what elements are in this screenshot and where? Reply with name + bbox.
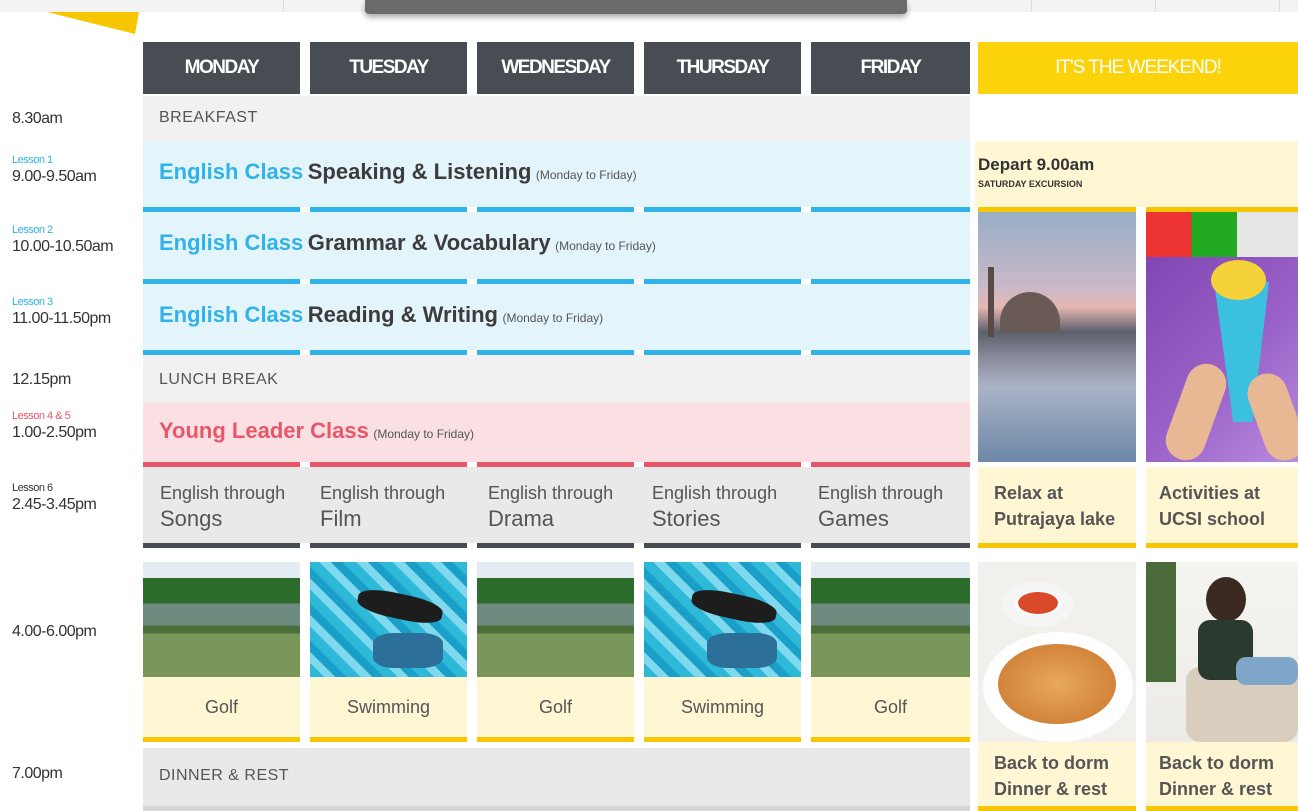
day-header-wednesday: WEDNESDAY (477, 42, 634, 94)
activity-thursday: English through Stories (652, 483, 778, 531)
english-class-label: English Class (159, 302, 304, 327)
sport-wednesday: Golf (477, 677, 634, 737)
english-class-label: English Class (159, 230, 304, 255)
day-header-friday: FRIDAY (811, 42, 970, 94)
mon-fri-note: (Monday to Friday) (535, 168, 637, 182)
putrajaya-lake-photo (978, 212, 1136, 462)
lunch-band: LUNCH BREAK (143, 355, 970, 402)
activity-tuesday: English through Film (320, 483, 446, 531)
sunday-evening: Back to dorm Dinner & rest (1159, 753, 1275, 799)
golf-photo (811, 562, 970, 677)
mon-fri-note: (Monday to Friday) (502, 311, 604, 325)
time-dinner: 7.00pm (12, 765, 63, 782)
time-lesson-2: Lesson 2 10.00-10.50am (12, 224, 114, 255)
dinner-label: DINNER & REST (159, 767, 290, 784)
breakfast-band: BREAKFAST (143, 96, 970, 141)
time-lesson-3: Lesson 3 11.00-11.50pm (12, 296, 111, 327)
lunch-label: LUNCH BREAK (159, 371, 279, 388)
lesson-2-band: English Class Grammar & Vocabulary (Mond… (143, 212, 970, 279)
dinner-food-photo (978, 562, 1136, 742)
golf-photo (143, 562, 300, 677)
day-header-thursday: THURSDAY (644, 42, 801, 94)
swimming-photo (310, 562, 467, 677)
reading-writing-title: Reading & Writing (307, 302, 498, 327)
sport-friday: Golf (811, 677, 970, 737)
activity-wednesday: English through Drama (488, 483, 614, 531)
time-lesson-1: Lesson 1 9.00-9.50am (12, 154, 97, 185)
time-breakfast: 8.30am (12, 110, 63, 127)
time-afternoon: 4.00-6.00pm (12, 623, 97, 640)
day-header-tuesday: TUESDAY (310, 42, 467, 94)
golf-photo (477, 562, 634, 677)
craft-activity-photo (1146, 212, 1298, 462)
activity-friday: English through Games (818, 483, 944, 531)
speaking-listening-title: Speaking & Listening (307, 159, 532, 184)
sport-tuesday: Swimming (310, 677, 467, 737)
young-leader-band: Young Leader Class (Monday to Friday) (143, 402, 970, 462)
yellow-corner-shape (43, 12, 139, 34)
weekend-depart-band: Depart 9.00am SATURDAY EXCURSION (975, 141, 1298, 207)
lesson-3-band: English Class Reading & Writing (Monday … (143, 284, 970, 350)
dinner-band: DINNER & REST (143, 748, 970, 806)
sport-monday: Golf (143, 677, 300, 737)
grammar-vocabulary-title: Grammar & Vocabulary (307, 230, 551, 255)
day-header-monday: MONDAY (143, 42, 300, 94)
saturday-evening: Back to dorm Dinner & rest (994, 753, 1110, 799)
time-lunch: 12.15pm (12, 371, 71, 388)
depart-time: Depart 9.00am (978, 155, 1095, 174)
lesson-1-band: English Class Speaking & Listening (Mond… (143, 141, 970, 207)
time-lesson-4-5: Lesson 4 & 5 1.00-2.50pm (12, 410, 97, 441)
sunday-activity: Activities at UCSI school (1159, 483, 1266, 529)
english-class-label: English Class (159, 159, 304, 184)
time-lesson-6: Lesson 6 2.45-3.45pm (12, 482, 97, 513)
activity-monday: English through Songs (160, 483, 286, 531)
resting-person-photo (1146, 562, 1298, 742)
weekend-header: IT'S THE WEEKEND! (978, 42, 1298, 94)
saturday-activity: Relax at Putrajaya lake (994, 483, 1116, 529)
saturday-excursion-label: SATURDAY EXCURSION (978, 179, 1083, 189)
swimming-photo (644, 562, 801, 677)
sport-thursday: Swimming (644, 677, 801, 737)
young-leader-title: Young Leader Class (159, 418, 369, 443)
young-leader-note: (Monday to Friday) (373, 427, 475, 441)
mon-fri-note: (Monday to Friday) (555, 239, 656, 253)
breakfast-label: BREAKFAST (159, 109, 258, 126)
dark-header-bar (365, 0, 907, 14)
